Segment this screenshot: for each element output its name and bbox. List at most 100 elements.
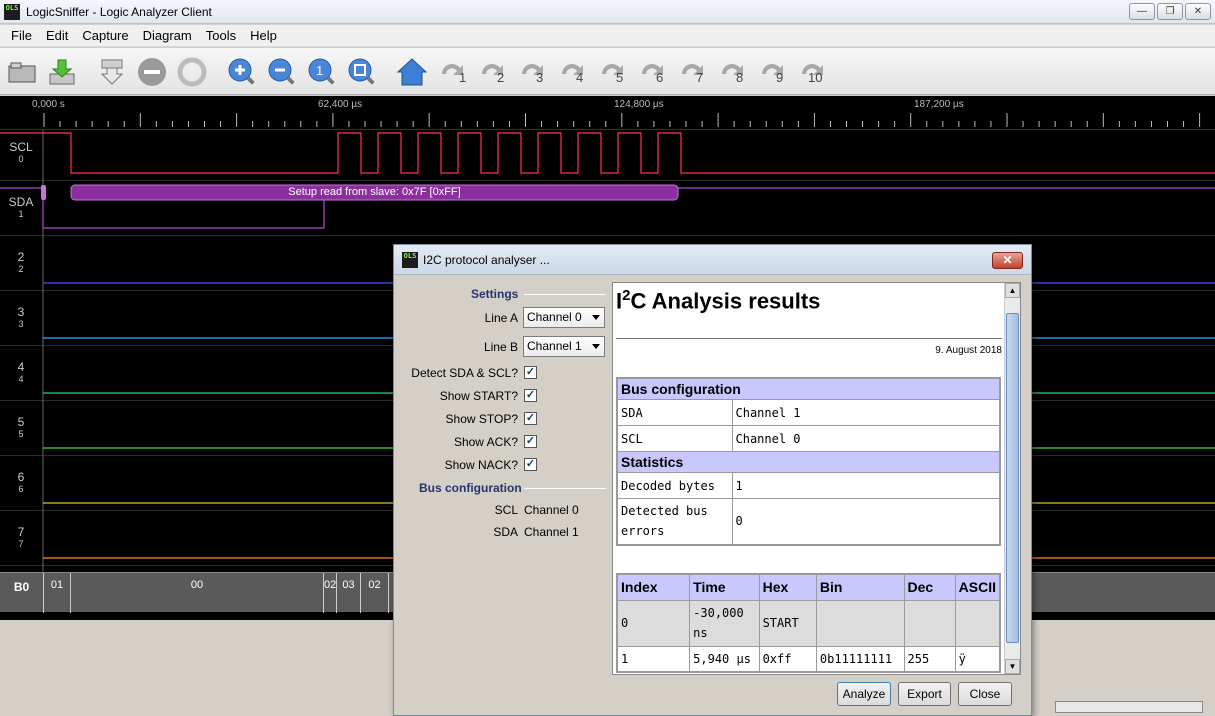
table-cell: 255 (903, 645, 956, 673)
table-cell: 5,940 µs (689, 645, 760, 673)
show-stop-label: Show STOP? (445, 412, 518, 426)
line-a-label: Line A (484, 311, 518, 325)
table-cell: Detected bus errors (616, 498, 733, 545)
detect-sda-scl-label: Detect SDA & SCL? (411, 366, 518, 380)
marker-10-label: 10 (808, 70, 823, 85)
decoded-data-table: Index Time Hex Bin Dec ASCII 0 -30,000 n… (616, 573, 1001, 673)
open-folder-icon[interactable] (6, 56, 38, 88)
export-button[interactable]: Export (898, 682, 951, 706)
repeat-capture-icon[interactable] (176, 56, 208, 88)
results-date: 9. August 2018 (935, 345, 1002, 356)
marker-4-label: 4 (576, 70, 584, 85)
i2c-annotation-text: Setup read from slave: 0x7F [0xFF] (288, 186, 461, 198)
detect-sda-scl-checkbox[interactable]: ✓ (524, 366, 537, 379)
chevron-down-icon (592, 315, 600, 320)
scl-waveform (0, 132, 1215, 174)
dialog-app-icon: OLS (402, 251, 418, 268)
bus-config-heading: Bus configuration (419, 481, 522, 495)
i2c-analyser-dialog: OLS I2C protocol analyser ... ✕ Settings… (393, 244, 1032, 716)
table-cell: 0xff (758, 645, 817, 673)
line-b-select[interactable]: Channel 1 (523, 336, 605, 357)
table-cell: 0b11111111 (815, 645, 905, 673)
zoom-fit-icon[interactable] (346, 56, 378, 88)
bus-cell: 02 (361, 573, 389, 613)
menu-help[interactable]: Help (243, 28, 284, 43)
column-header: Hex (758, 573, 817, 601)
close-button[interactable]: Close (958, 682, 1012, 706)
bus-config-divider (524, 488, 606, 489)
i2c-start-marker (41, 185, 46, 200)
scroll-thumb[interactable] (1006, 313, 1019, 643)
marker-3-label: 3 (536, 70, 544, 85)
menu-file[interactable]: File (4, 28, 39, 43)
settings-divider (524, 294, 606, 295)
column-header: ASCII (954, 573, 1001, 601)
bus-cell: 01 (43, 573, 71, 613)
bus-cell: 00 (71, 573, 324, 613)
results-scrollbar[interactable]: ▲ ▼ (1004, 283, 1020, 674)
results-title: I2C Analysis results (616, 287, 820, 314)
save-download-icon[interactable] (46, 56, 78, 88)
menu-bar: File Edit Capture Diagram Tools Help (0, 25, 1215, 47)
zoom-in-icon[interactable] (226, 56, 258, 88)
zoom-out-icon[interactable] (266, 56, 298, 88)
column-header: Bin (815, 573, 905, 601)
bus-cell: 02 (324, 573, 337, 613)
show-nack-checkbox[interactable]: ✓ (524, 458, 537, 471)
menu-capture[interactable]: Capture (75, 28, 135, 43)
chevron-down-icon (592, 344, 600, 349)
scroll-up-icon[interactable]: ▲ (1005, 283, 1020, 298)
analyze-button[interactable]: Analyze (837, 682, 891, 706)
line-a-select[interactable]: Channel 0 (523, 307, 605, 328)
bus-label: B0 (13, 580, 30, 594)
scl-config-value: Channel 0 (524, 503, 579, 517)
results-pane[interactable]: I2C Analysis results 9. August 2018 Bus … (612, 282, 1021, 675)
bus-config-table-heading: Bus configuration (616, 377, 1001, 400)
table-cell (954, 599, 1001, 647)
title-divider (616, 338, 1002, 339)
table-cell: Channel 0 (731, 425, 1001, 452)
table-cell: START (758, 599, 817, 647)
capture-icon[interactable] (96, 56, 128, 88)
menu-tools[interactable]: Tools (199, 28, 243, 43)
bus-cell: 03 (337, 573, 361, 613)
table-row: 1 5,940 µs 0xff 0b11111111 255 ÿ (616, 645, 1001, 673)
marker-1-label: 1 (459, 70, 467, 85)
dialog-close-icon[interactable]: ✕ (992, 252, 1023, 269)
home-icon[interactable] (396, 56, 428, 88)
marker-8-label: 8 (736, 70, 744, 85)
table-cell: ÿ (954, 645, 1001, 673)
statistics-table-heading: Statistics (616, 451, 1001, 473)
marker-6-label: 6 (656, 70, 664, 85)
dialog-title-bar[interactable]: OLS I2C protocol analyser ... ✕ (394, 245, 1031, 275)
restore-button[interactable]: ❐ (1157, 3, 1183, 20)
show-start-checkbox[interactable]: ✓ (524, 389, 537, 402)
table-cell: 0 (616, 599, 691, 647)
table-cell: 0 (731, 498, 1001, 545)
menu-diagram[interactable]: Diagram (136, 28, 199, 43)
marker-7-label: 7 (696, 70, 704, 85)
line-a-value: Channel 0 (527, 310, 582, 324)
line-b-value: Channel 1 (527, 339, 582, 353)
marker-5-label: 5 (616, 70, 624, 85)
zoom-default-icon[interactable]: 1 (306, 56, 338, 88)
marker-2-label: 2 (497, 70, 505, 85)
progress-bar (1055, 701, 1203, 713)
column-header: Index (616, 573, 691, 601)
scroll-down-icon[interactable]: ▼ (1005, 659, 1020, 674)
marker-9-label: 9 (776, 70, 784, 85)
menu-edit[interactable]: Edit (39, 28, 75, 43)
bus-config-table: Bus configuration SDA Channel 1 SCL Channe… (616, 377, 1001, 546)
show-start-label: Show START? (439, 389, 518, 403)
table-cell: 1 (616, 645, 691, 673)
close-window-button[interactable]: ✕ (1185, 3, 1211, 20)
table-cell: Decoded bytes (616, 472, 733, 499)
table-cell: -30,000 ns (689, 599, 760, 647)
line-b-label: Line B (483, 340, 518, 354)
window-title: LogicSniffer - Logic Analyzer Client (26, 4, 212, 19)
show-stop-checkbox[interactable]: ✓ (524, 412, 537, 425)
stop-capture-icon[interactable] (136, 56, 168, 88)
table-cell: SDA (616, 399, 733, 426)
show-ack-checkbox[interactable]: ✓ (524, 435, 537, 448)
minimize-button[interactable]: — (1129, 3, 1155, 20)
